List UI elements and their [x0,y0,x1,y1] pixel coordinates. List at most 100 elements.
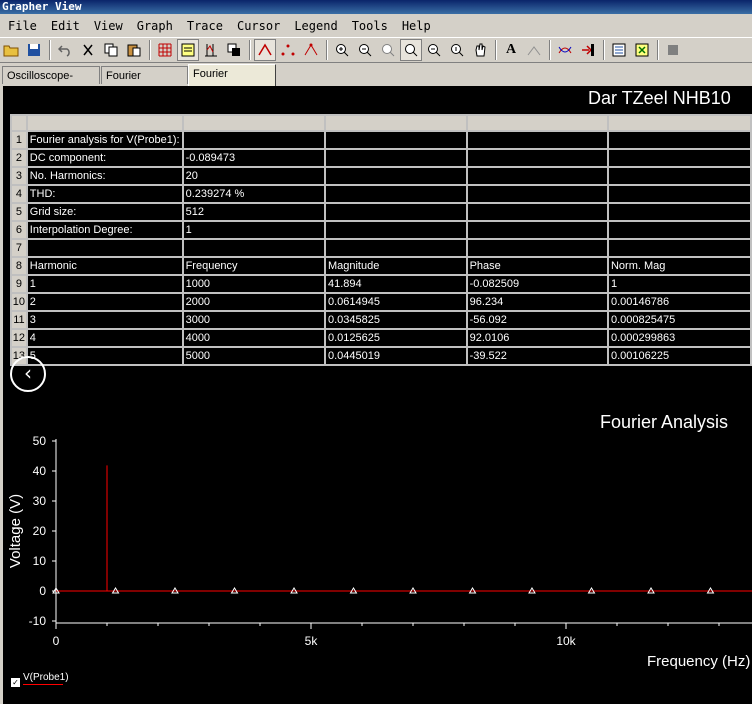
table-cell[interactable] [465,202,609,222]
trace-line-icon[interactable] [254,39,276,61]
export-excel-icon[interactable] [631,39,653,61]
export-icon[interactable] [608,39,630,61]
table-cell[interactable] [323,238,468,258]
table-cell[interactable] [465,148,609,168]
zoom-y-icon[interactable] [446,39,468,61]
table-cell[interactable] [606,220,752,240]
table-cell[interactable]: 1000 [181,274,326,294]
table-cell[interactable]: 3000 [181,310,326,330]
row-number[interactable]: 7 [10,238,28,258]
stop-icon[interactable] [662,39,684,61]
table-cell[interactable]: 0.00106225 [606,346,752,366]
table-cell[interactable]: Frequency [181,256,326,276]
column-header[interactable] [606,114,752,132]
tab-fourier-analysis-1[interactable]: Fourier Analysis [101,66,188,100]
table-cell[interactable]: 0.0125625 [323,328,468,348]
table-cell[interactable]: 4000 [181,328,326,348]
menu-edit[interactable]: Edit [43,19,86,33]
table-cell[interactable]: 3 [25,310,184,330]
row-number[interactable]: 11 [10,310,28,330]
column-header[interactable] [181,114,326,132]
table-cell[interactable]: Norm. Mag [606,256,752,276]
table-cell[interactable] [606,130,752,150]
table-cell[interactable] [606,148,752,168]
table-cell[interactable] [606,202,752,222]
row-number[interactable]: 3 [10,166,28,186]
table-cell[interactable]: Phase [465,256,609,276]
menu-graph[interactable]: Graph [129,19,179,33]
table-cell[interactable]: 1 [25,274,184,294]
table-cell[interactable] [465,238,609,258]
open-icon[interactable] [0,39,22,61]
table-cell[interactable]: 96.234 [465,292,609,312]
table-cell[interactable]: 0.0345825 [323,310,468,330]
table-cell[interactable] [323,202,468,222]
table-cell[interactable]: -56.092 [465,310,609,330]
table-cell[interactable] [323,184,468,204]
row-number[interactable]: 1 [10,130,28,150]
zoom-area-icon[interactable] [377,39,399,61]
zoom-out-icon[interactable] [354,39,376,61]
table-cell[interactable] [323,130,468,150]
table-cell[interactable]: 1 [181,220,326,240]
table-cell[interactable]: Magnitude [323,256,468,276]
table-cell[interactable]: 5 [25,346,184,366]
table-cell[interactable]: Fourier analysis for V(Probe1): [25,130,184,150]
column-header[interactable] [323,114,468,132]
row-number[interactable]: 5 [10,202,28,222]
trace-dots-icon[interactable] [277,39,299,61]
table-cell[interactable]: THD: [25,184,184,204]
table-cell[interactable] [25,238,184,258]
table-cell[interactable] [323,148,468,168]
table-cell[interactable]: 2 [25,292,184,312]
table-cell[interactable]: 4 [25,328,184,348]
table-cell[interactable]: 0.0445019 [323,346,468,366]
previous-page-icon[interactable]: ‹ [10,356,46,392]
table-cell[interactable]: 2000 [181,292,326,312]
table-cell[interactable]: No. Harmonics: [25,166,184,186]
table-cell[interactable]: 20 [181,166,326,186]
menu-file[interactable]: File [0,19,43,33]
zoom-in-icon[interactable] [331,39,353,61]
row-number[interactable]: 4 [10,184,28,204]
row-number[interactable]: 8 [10,256,28,276]
menu-view[interactable]: View [86,19,129,33]
table-cell[interactable]: 0.239274 % [181,184,326,204]
table-cell[interactable] [465,166,609,186]
table-cell[interactable] [606,238,752,258]
tab-fourier-analysis-2[interactable]: Fourier Analysis [188,64,276,98]
table-cell[interactable] [465,184,609,204]
show-grid-icon[interactable] [177,39,199,61]
text-icon[interactable]: A [500,39,522,61]
table-cell[interactable] [465,220,609,240]
menu-trace[interactable]: Trace [179,19,229,33]
menu-cursor[interactable]: Cursor [229,19,286,33]
table-cell[interactable] [323,166,468,186]
zoom-full-icon[interactable] [400,39,422,61]
table-cell[interactable] [181,130,326,150]
row-number[interactable]: 9 [10,274,28,294]
pan-hand-icon[interactable] [469,39,491,61]
overlay-traces-icon[interactable] [554,39,576,61]
table-cell[interactable] [323,220,468,240]
copy-icon[interactable] [100,39,122,61]
table-cell[interactable]: -39.522 [465,346,609,366]
table-cell[interactable]: 1 [606,274,752,294]
row-number[interactable]: 10 [10,292,28,312]
tab-oscilloscope[interactable]: Oscilloscope-XSC1 [2,66,100,100]
cut-icon[interactable] [77,39,99,61]
table-cell[interactable] [465,130,609,150]
trace-points-icon[interactable] [300,39,322,61]
column-header[interactable] [25,114,184,132]
row-number[interactable]: 6 [10,220,28,240]
reverse-colors-icon[interactable] [223,39,245,61]
table-cell[interactable]: 92.0106 [465,328,609,348]
table-cell[interactable]: Interpolation Degree: [25,220,184,240]
table-cell[interactable]: 41.894 [323,274,468,294]
save-icon[interactable] [23,39,45,61]
table-cell[interactable]: 512 [181,202,326,222]
table-cell[interactable]: 0.000825475 [606,310,752,330]
table-cell[interactable] [181,238,326,258]
table-cell[interactable]: 0.0614945 [323,292,468,312]
column-header[interactable] [465,114,609,132]
